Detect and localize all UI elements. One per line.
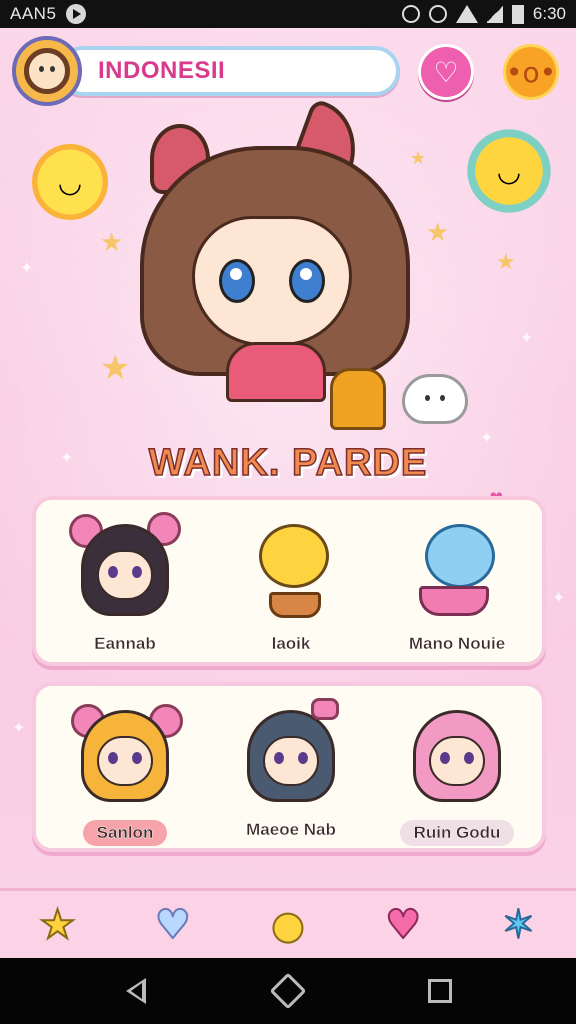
character-label: Sanlon [50,820,200,846]
back-button[interactable] [121,976,151,1006]
star-icon: ★ [100,348,131,388]
avatar-face-icon [24,48,70,94]
eye-icon [289,259,325,303]
character-label: Mano Nouie [408,634,506,653]
character-slot[interactable]: Ruin Godu [382,698,532,846]
star-icon: ★ [496,250,516,275]
star-badge-icon: ✶ [501,901,536,949]
favorites-button[interactable]: ♡ [418,44,474,100]
battery-icon [511,4,524,24]
nav-heart-button[interactable]: ♥ [375,897,431,953]
bottom-navigation: ★ ♥ ● ♥ ✶ [0,888,576,958]
laughing-sun-icon: ◡ [466,128,552,214]
bell-icon [330,368,386,430]
character-label: Maeoe Nab [246,820,336,839]
search-bar[interactable]: INDONESII [58,46,400,96]
user-avatar[interactable] [12,36,82,106]
alarm-icon [401,5,420,23]
nav-heart-outline-button[interactable]: ♥ [145,897,201,953]
heart-icon: ♡ [433,55,459,89]
signal-icon [486,5,503,23]
nav-star-badge-button[interactable]: ✶ [490,897,546,953]
status-time: 6:30 [532,4,566,23]
surprised-face-icon: •o• [505,55,557,89]
character-face [192,216,352,346]
bow-girl-icon [241,698,341,806]
star-icon: ★ [426,218,450,248]
sparkle-icon: ✦ [12,718,26,737]
star-icon: ★ [39,901,77,949]
character-slot[interactable]: Eannab [50,512,200,660]
character-card-row-2: Sanlon Maeoe Nab Ruin Godu [32,682,546,852]
heart-outline-icon: ♥ [154,901,192,949]
heart-icon: ♥ [384,901,422,949]
search-text: INDONESII [98,57,226,84]
sparkle-icon: ✦ [520,328,534,347]
eye-icon [219,259,255,303]
pink-hair-girl-icon [407,702,507,806]
wifi-icon [455,5,478,23]
white-cat-icon [402,374,468,424]
play-icon [66,4,87,24]
home-button[interactable] [269,972,307,1010]
system-navigation [0,958,576,1024]
character-label: Eannab [94,634,156,653]
pink-bun-girl-icon [69,512,181,620]
character-card-row-1: Eannab laoik Mano Nouie [32,496,546,666]
status-left-text: AAN5 [10,4,57,23]
character-slot[interactable]: Sanlon [50,698,200,846]
sunflower-pot-icon [241,516,341,620]
sparkle-icon: ✦ [552,588,566,607]
character-slot[interactable]: laoik [216,512,366,660]
back-icon [126,978,146,1004]
smiling-sun-icon: ◡ [32,144,108,220]
blob-icon: ● [270,902,305,948]
emoji-button[interactable]: •o• [503,44,559,100]
character-label: Ruin Godu [382,820,532,846]
recents-button[interactable] [425,976,455,1006]
nav-blob-button[interactable]: ● [260,897,316,953]
nav-star-button[interactable]: ★ [30,897,86,953]
clock-icon [428,5,447,23]
bubble-cup-icon [407,516,507,620]
app-screen: ✦ ✦ ✦ ✦ ✦ ✦ ★ ★ ★ ★ ★ INDONESII ♡ •o• ◡ … [0,28,576,958]
status-bar: AAN5 6:30 [0,0,576,28]
hero-character[interactable] [140,97,420,406]
hero-title: WANK. PARDE [148,441,428,485]
star-icon: ★ [100,228,124,258]
recents-icon [428,979,452,1003]
character-body [226,342,326,402]
home-icon [269,972,307,1010]
blonde-girl-icon [71,702,183,806]
character-label: laoik [271,634,311,653]
character-slot[interactable]: Maeoe Nab [216,698,366,846]
sparkle-icon: ✦ [20,258,34,277]
character-slot[interactable]: Mano Nouie [382,512,532,660]
